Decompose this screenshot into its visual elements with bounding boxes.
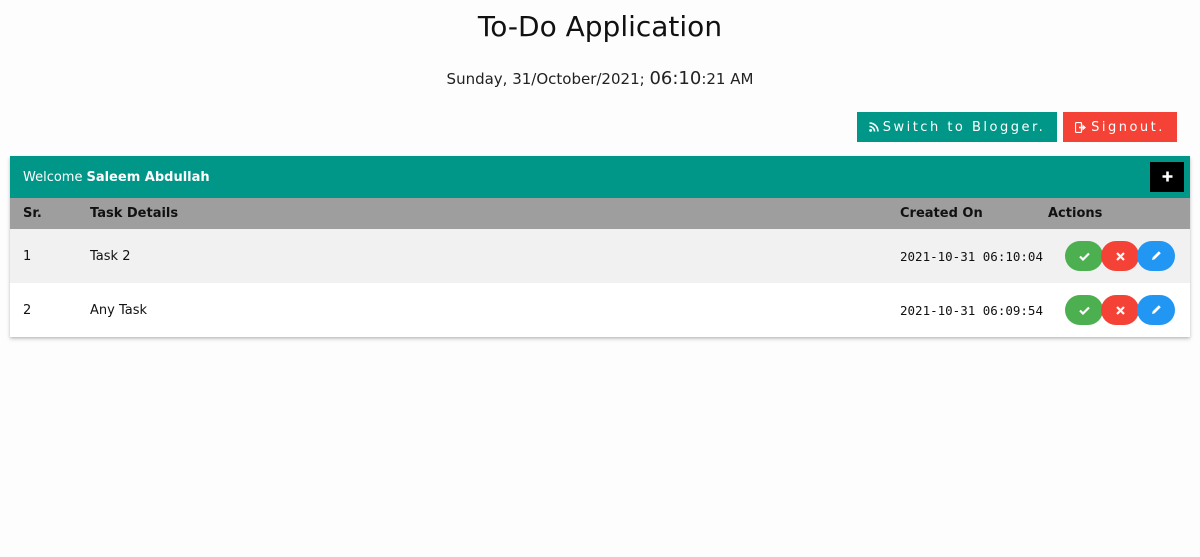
add-task-button[interactable]: [1150, 162, 1184, 192]
current-datetime: Sunday, 31/October/2021; 06:10:21 AM: [0, 68, 1200, 89]
switch-to-blogger-label: Switch to Blogger.: [882, 119, 1046, 135]
row-created-on: 2021-10-31 06:09:54: [900, 302, 1043, 318]
row-created-on: 2021-10-31 06:10:04: [900, 248, 1043, 264]
row-sr: 2: [23, 302, 32, 318]
row-task: Any Task: [90, 302, 148, 318]
close-icon: [1115, 249, 1125, 264]
column-header-sr: Sr.: [23, 206, 42, 221]
check-icon: [1078, 249, 1090, 264]
plus-icon: [1162, 170, 1173, 185]
delete-task-button[interactable]: [1101, 295, 1139, 325]
close-icon: [1115, 303, 1125, 318]
time-seconds: :21 AM: [701, 70, 754, 88]
edit-task-button[interactable]: [1137, 295, 1175, 325]
column-header-actions: Actions: [1048, 206, 1103, 221]
sign-out-icon: [1075, 121, 1087, 133]
card-header: Welcome Saleem Abdullah: [10, 156, 1190, 198]
row-task: Task 2: [90, 248, 131, 264]
welcome-text: Welcome: [23, 169, 83, 185]
switch-to-blogger-button[interactable]: Switch to Blogger.: [857, 112, 1057, 142]
row-actions: [1048, 229, 1190, 283]
delete-task-button[interactable]: [1101, 241, 1139, 271]
rss-icon: [868, 122, 879, 132]
pencil-icon: [1151, 249, 1162, 264]
table-header-row: Sr. Task Details Created On Actions: [10, 198, 1190, 229]
check-icon: [1078, 303, 1090, 318]
page-title: To-Do Application: [477, 10, 723, 43]
complete-task-button[interactable]: [1065, 295, 1103, 325]
signout-label: Signout.: [1091, 119, 1165, 135]
row-sr: 1: [23, 248, 32, 264]
date-text: Sunday, 31/October/2021;: [446, 70, 650, 88]
table-row: 1 Task 2 2021-10-31 06:10:04: [10, 229, 1190, 283]
edit-task-button[interactable]: [1137, 241, 1175, 271]
table-row: 2 Any Task 2021-10-31 06:09:54: [10, 283, 1190, 337]
time-hour-minute: 06:10: [649, 68, 702, 89]
pencil-icon: [1151, 303, 1162, 318]
user-name: Saleem Abdullah: [86, 169, 210, 185]
column-header-created-on: Created On: [900, 206, 983, 221]
column-header-task-details: Task Details: [90, 206, 179, 221]
signout-button[interactable]: Signout.: [1063, 112, 1177, 142]
todo-card: Welcome Saleem Abdullah Sr. Task Details…: [10, 156, 1190, 337]
row-actions: [1048, 283, 1190, 337]
task-table: Sr. Task Details Created On Actions 1 Ta…: [10, 198, 1190, 337]
complete-task-button[interactable]: [1065, 241, 1103, 271]
